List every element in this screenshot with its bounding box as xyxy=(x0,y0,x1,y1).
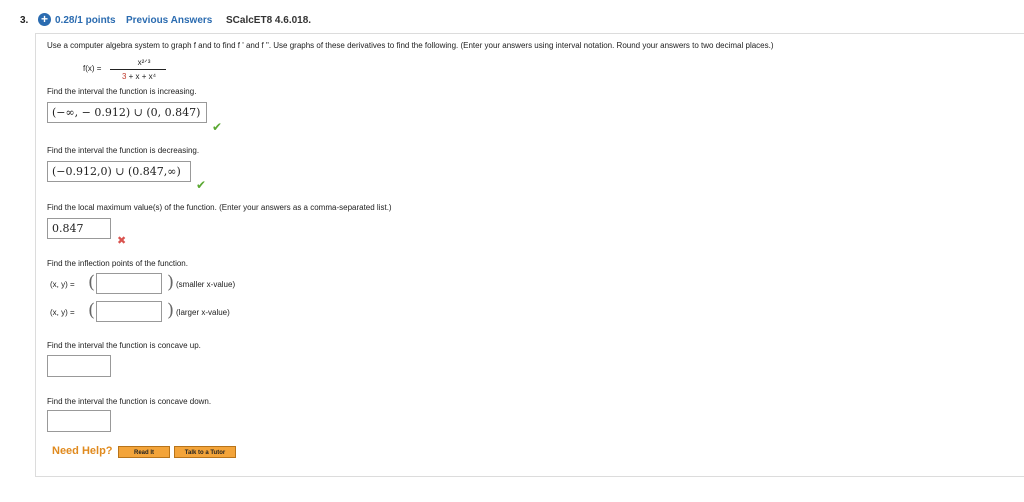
inflection-row1-label: (x, y) = xyxy=(50,280,75,289)
check-icon: ✔ xyxy=(196,178,207,192)
talk-to-tutor-button[interactable]: Talk to a Tutor xyxy=(174,446,236,458)
inflection-row2-note: (larger x-value) xyxy=(176,308,230,317)
check-icon: ✔ xyxy=(212,120,223,134)
need-help-label: Need Help? xyxy=(52,445,113,457)
function-label: f(x) = xyxy=(83,64,102,73)
inflection-prompt: Find the inflection points of the functi… xyxy=(47,259,188,268)
question-border-bottom xyxy=(35,476,1024,477)
concave-down-input[interactable] xyxy=(47,410,111,432)
local-max-answer-field[interactable]: 0.847 xyxy=(47,218,111,239)
concave-up-input[interactable] xyxy=(47,355,111,377)
cross-icon: ✖ xyxy=(117,235,127,247)
increasing-answer-field[interactable]: (−∞, − 0.912) ∪ (0, 0.847) xyxy=(47,102,207,123)
previous-answers-link[interactable]: Previous Answers xyxy=(126,15,212,26)
function-numerator: x²ᐟ³ xyxy=(137,58,151,67)
plus-circle-icon[interactable]: + xyxy=(38,13,51,26)
inflection-row1-note: (smaller x-value) xyxy=(176,280,236,289)
inflection-point-1-input[interactable] xyxy=(96,273,162,294)
denominator-rest: + x + x⁴ xyxy=(126,72,157,81)
open-paren: ( xyxy=(88,272,96,293)
question-code: SCalcET8 4.6.018. xyxy=(226,15,312,26)
decreasing-answer-field[interactable]: (−0.912,0) ∪ (0.847,∞) xyxy=(47,161,191,182)
inflection-point-2-input[interactable] xyxy=(96,301,162,322)
function-denominator: 3 + x + x⁴ xyxy=(110,72,168,81)
decreasing-prompt: Find the interval the function is decrea… xyxy=(47,146,200,155)
close-paren: ) xyxy=(167,300,175,321)
fraction-bar xyxy=(110,69,166,70)
inflection-row2-label: (x, y) = xyxy=(50,308,75,317)
instructions: Use a computer algebra system to graph f… xyxy=(47,41,774,50)
concave-up-prompt: Find the interval the function is concav… xyxy=(47,341,201,350)
question-border-top xyxy=(35,33,1024,34)
question-number: 3. xyxy=(20,15,29,26)
local-max-prompt: Find the local maximum value(s) of the f… xyxy=(47,203,392,212)
increasing-prompt: Find the interval the function is increa… xyxy=(47,87,197,96)
points-link[interactable]: 0.28/1 points xyxy=(55,15,116,26)
open-paren: ( xyxy=(88,300,96,321)
concave-down-prompt: Find the interval the function is concav… xyxy=(47,397,212,406)
close-paren: ) xyxy=(167,272,175,293)
read-it-button[interactable]: Read It xyxy=(118,446,170,458)
question-border-left xyxy=(35,33,36,477)
